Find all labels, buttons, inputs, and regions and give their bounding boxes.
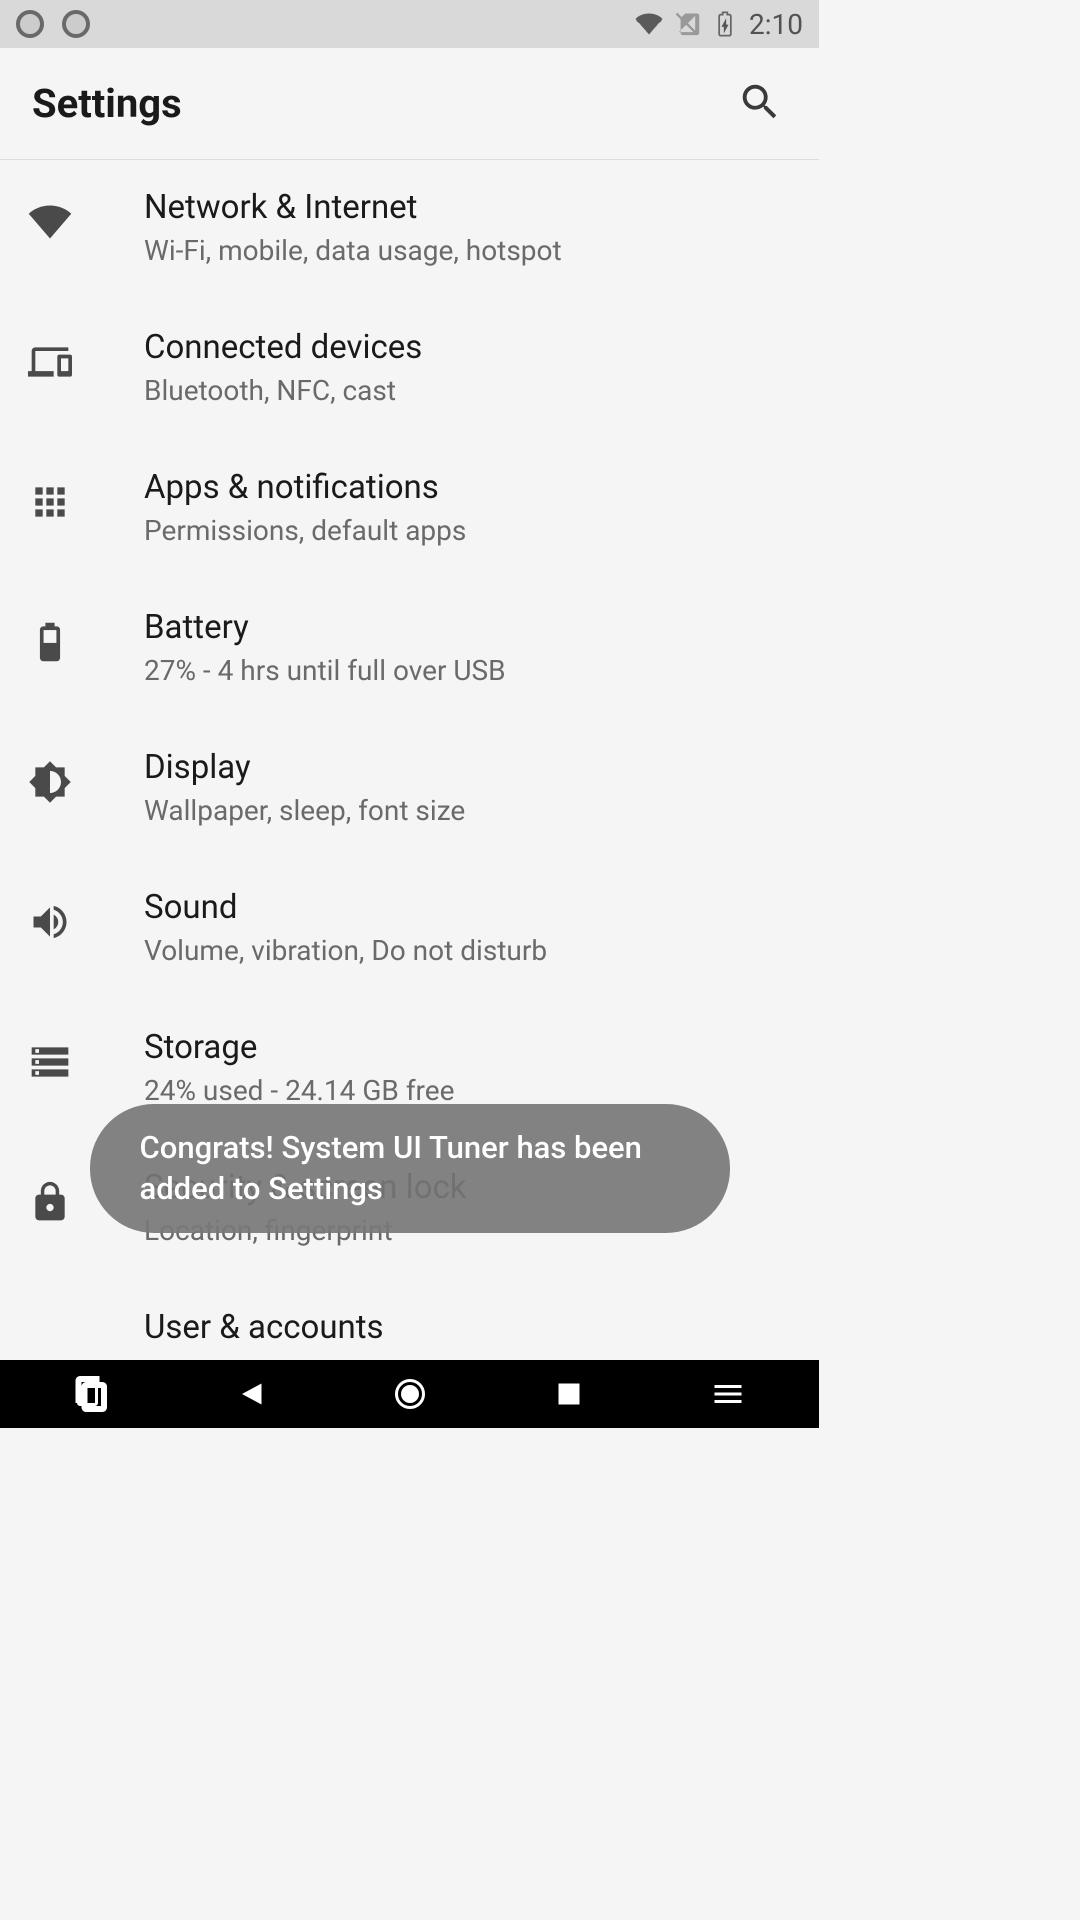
devices-icon [28,340,72,384]
search-icon [737,79,783,125]
navigation-bar [0,1360,819,1428]
nav-back-button[interactable] [201,1370,301,1418]
list-item-subtitle: 27% - 4 hrs until full over USB [144,651,795,690]
settings-item-connected-devices[interactable]: Connected devices Bluetooth, NFC, cast [0,300,819,440]
status-right: 2:10 [635,8,803,41]
battery-charging-icon [711,10,739,38]
status-time: 2:10 [749,8,803,41]
list-item-subtitle: Permissions, default apps [144,511,795,550]
list-item-subtitle: Volume, vibration, Do not disturb [144,931,795,970]
volume-icon [28,900,72,944]
list-item-title: Connected devices [144,328,795,367]
wifi-icon [28,200,72,244]
list-item-title: Storage [144,1028,795,1067]
toast-notification: Congrats! System UI Tuner has been added… [90,1104,730,1233]
apps-icon [28,480,72,524]
settings-item-users[interactable]: User & accounts [0,1280,819,1347]
lock-icon [28,1180,72,1224]
list-item-title: Display [144,748,795,787]
list-item-subtitle: Bluetooth, NFC, cast [144,371,795,410]
list-item-subtitle: Wi-Fi, mobile, data usage, hotspot [144,231,795,270]
page-title: Settings [32,80,182,127]
list-item-title: User & accounts [144,1308,795,1347]
list-item-title: Apps & notifications [144,468,795,507]
back-triangle-icon [233,1376,269,1412]
status-bar: 2:10 [0,0,819,48]
list-item-title: Battery [144,608,795,647]
wifi-icon [635,10,663,38]
search-button[interactable] [729,71,791,137]
brightness-icon [28,760,72,804]
battery-icon [28,620,72,664]
list-item-title: Sound [144,888,795,927]
settings-item-apps[interactable]: Apps & notifications Permissions, defaul… [0,440,819,580]
nav-recents-alt-button[interactable] [42,1370,142,1418]
settings-item-sound[interactable]: Sound Volume, vibration, Do not disturb [0,860,819,1000]
square-icon [551,1376,587,1412]
status-indicator-dot [16,10,44,38]
toast-message: Congrats! System UI Tuner has been added… [140,1129,642,1206]
settings-item-display[interactable]: Display Wallpaper, sleep, font size [0,720,819,860]
list-item-subtitle: Wallpaper, sleep, font size [144,791,795,830]
settings-item-network[interactable]: Network & Internet Wi-Fi, mobile, data u… [0,160,819,300]
nav-menu-button[interactable] [678,1370,778,1418]
no-sim-icon [673,10,701,38]
nav-overview-button[interactable] [519,1370,619,1418]
status-indicator-dot [62,10,90,38]
home-circle-icon [392,1376,428,1412]
copy-icon [74,1376,110,1412]
nav-home-button[interactable] [360,1370,460,1418]
storage-icon [28,1040,72,1084]
menu-icon [710,1376,746,1412]
status-left [16,10,90,38]
settings-item-battery[interactable]: Battery 27% - 4 hrs until full over USB [0,580,819,720]
list-item-title: Network & Internet [144,188,795,227]
app-bar: Settings [0,48,819,160]
